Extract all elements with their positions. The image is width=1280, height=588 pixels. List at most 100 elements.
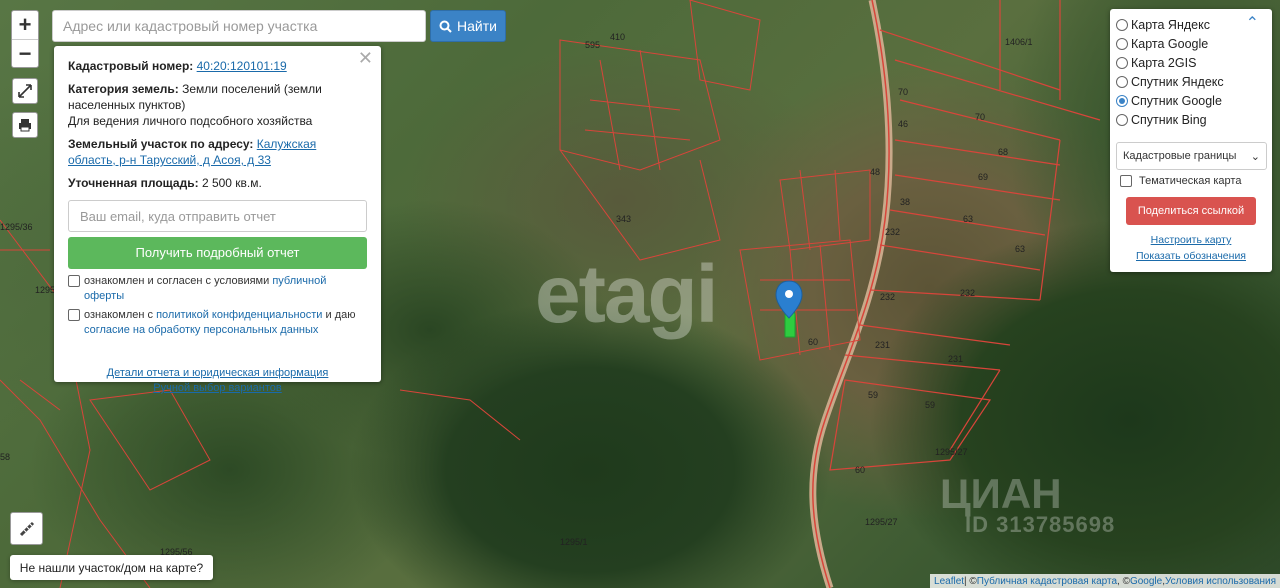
layer-label: Карта Яндекс	[1131, 17, 1210, 32]
setup-map-link[interactable]: Настроить карту	[1116, 234, 1266, 246]
consent-link[interactable]: согласие на обработку персональных данны…	[84, 324, 318, 336]
layer-label: Спутник Bing	[1131, 112, 1207, 127]
panel-links: Детали отчета и юридическая информация Р…	[68, 366, 367, 396]
chevron-up-icon[interactable]: ⌃	[1246, 13, 1259, 33]
layer-option-google-satellite[interactable]: Спутник Google	[1116, 91, 1266, 110]
layer-option-yandex-map[interactable]: Карта Яндекс	[1116, 15, 1266, 34]
area-row: Уточненная площадь: 2 500 кв.м.	[68, 175, 367, 191]
svg-text:38: 38	[900, 197, 910, 207]
radio-dot[interactable]	[1116, 75, 1128, 88]
privacy-link[interactable]: политикой конфиденциальности	[156, 309, 322, 321]
pkk-link[interactable]: Публичная кадастровая карта	[977, 576, 1117, 587]
svg-text:232: 232	[960, 288, 975, 298]
svg-text:1406/1: 1406/1	[1005, 37, 1033, 47]
layer-option-2gis-map[interactable]: Карта 2GIS	[1116, 53, 1266, 72]
area-value: 2 500 кв.м.	[201, 176, 262, 190]
svg-text:58: 58	[0, 452, 10, 462]
privacy-mid: и даю	[325, 309, 356, 321]
layer-label: Карта Google	[1131, 36, 1209, 51]
privacy-prefix: ознакомлен с	[84, 309, 154, 321]
privacy-checkbox[interactable]	[68, 309, 80, 321]
svg-text:410: 410	[610, 32, 625, 42]
radio-dot[interactable]	[1116, 56, 1128, 69]
privacy-text: ознакомлен с политикой конфиденциальност…	[84, 308, 367, 338]
svg-text:232: 232	[885, 227, 900, 237]
radio-dot[interactable]	[1116, 37, 1128, 50]
zoom-out-button[interactable]: −	[12, 39, 38, 67]
search-icon	[439, 20, 452, 33]
not-found-button[interactable]: Не нашли участок/дом на карте?	[10, 555, 213, 580]
address-row: Земельный участок по адресу: Калужская о…	[68, 136, 367, 168]
category-row: Категория земель: Земли поселений (земли…	[68, 81, 367, 129]
layers-panel: ⌃ Карта Яндекс Карта Google Карта 2GIS С…	[1110, 9, 1272, 272]
svg-text:63: 63	[963, 214, 973, 224]
svg-text:60: 60	[855, 465, 865, 475]
search-input[interactable]	[52, 10, 426, 42]
leaflet-link[interactable]: Leaflet	[934, 576, 964, 587]
layer-option-yandex-satellite[interactable]: Спутник Яндекс	[1116, 72, 1266, 91]
svg-text:343: 343	[616, 214, 631, 224]
zoom-in-button[interactable]: +	[12, 11, 38, 39]
svg-text:232: 232	[880, 292, 895, 302]
layer-option-bing-satellite[interactable]: Спутник Bing	[1116, 110, 1266, 129]
details-link[interactable]: Детали отчета и юридическая информация	[68, 366, 367, 381]
thematic-label: Тематическая карта	[1139, 175, 1242, 187]
offer-checkbox[interactable]	[68, 275, 80, 287]
svg-text:59: 59	[925, 400, 935, 410]
radio-dot[interactable]	[1116, 113, 1128, 126]
radio-dot-selected[interactable]	[1116, 94, 1128, 107]
parcel-info-panel: ✕ Кадастровый номер: 40:20:120101:19 Кат…	[54, 46, 381, 394]
attribution-sep: | ©	[964, 575, 977, 587]
layer-label: Карта 2GIS	[1131, 55, 1197, 70]
area-label: Уточненная площадь:	[68, 176, 199, 190]
cian-watermark: ЦИАН	[940, 470, 1062, 517]
svg-text:60: 60	[808, 337, 818, 347]
address-label: Земельный участок по адресу:	[68, 137, 254, 151]
svg-text:46: 46	[898, 119, 908, 129]
svg-text:1295/27: 1295/27	[865, 517, 898, 527]
svg-text:231: 231	[948, 354, 963, 364]
fullscreen-icon	[18, 84, 32, 98]
show-legend-link[interactable]: Показать обозначения	[1116, 250, 1266, 262]
map-attribution: Leaflet | © Публичная кадастровая карта …	[930, 574, 1280, 588]
overlay-select-value: Кадастровые границы	[1123, 150, 1237, 162]
email-field[interactable]	[68, 200, 367, 232]
get-report-button[interactable]: Получить подробный отчет	[68, 237, 367, 269]
google-link[interactable]: Google	[1130, 576, 1162, 587]
layer-label: Спутник Яндекс	[1131, 74, 1224, 89]
svg-text:231: 231	[875, 340, 890, 350]
category-label: Категория земель:	[68, 82, 179, 96]
share-link-button[interactable]: Поделиться ссылкой	[1126, 197, 1256, 225]
cadastral-label: Кадастровый номер:	[68, 59, 194, 73]
ruler-button[interactable]	[10, 512, 43, 545]
thematic-map-toggle[interactable]: Тематическая карта	[1116, 175, 1266, 187]
svg-text:1295/1: 1295/1	[560, 537, 588, 547]
privacy-consent: ознакомлен с политикой конфиденциальност…	[68, 308, 367, 338]
search-button[interactable]: Найти	[430, 10, 506, 42]
layer-label: Спутник Google	[1131, 93, 1222, 108]
close-icon[interactable]: ✕	[358, 49, 373, 67]
fullscreen-button[interactable]	[12, 78, 38, 104]
print-icon	[19, 119, 31, 132]
usage-value: Для ведения личного подсобного хозяйства	[68, 114, 313, 128]
offer-consent: ознакомлен и согласен с условиями публич…	[68, 274, 367, 304]
thematic-checkbox[interactable]	[1120, 175, 1132, 187]
svg-text:63: 63	[1015, 244, 1025, 254]
svg-text:70: 70	[975, 112, 985, 122]
search-button-label: Найти	[457, 18, 497, 34]
cadastral-number-link[interactable]: 40:20:120101:19	[197, 59, 287, 73]
manual-selection-link[interactable]: Ручной выбор вариантов	[68, 381, 367, 396]
layer-option-google-map[interactable]: Карта Google	[1116, 34, 1266, 53]
radio-dot[interactable]	[1116, 18, 1128, 31]
svg-text:59: 59	[868, 390, 878, 400]
svg-text:1295/27: 1295/27	[935, 447, 968, 457]
ruler-icon	[19, 521, 34, 536]
attribution-sep: , ©	[1117, 575, 1130, 587]
print-button[interactable]	[12, 112, 38, 138]
terms-link[interactable]: Условия использования	[1165, 576, 1276, 587]
overlay-select[interactable]: Кадастровые границы ⌄	[1116, 142, 1267, 170]
svg-text:595: 595	[585, 40, 600, 50]
svg-text:48: 48	[870, 167, 880, 177]
cadastral-row: Кадастровый номер: 40:20:120101:19	[68, 58, 367, 74]
offer-prefix: ознакомлен и согласен с условиями	[84, 275, 270, 287]
